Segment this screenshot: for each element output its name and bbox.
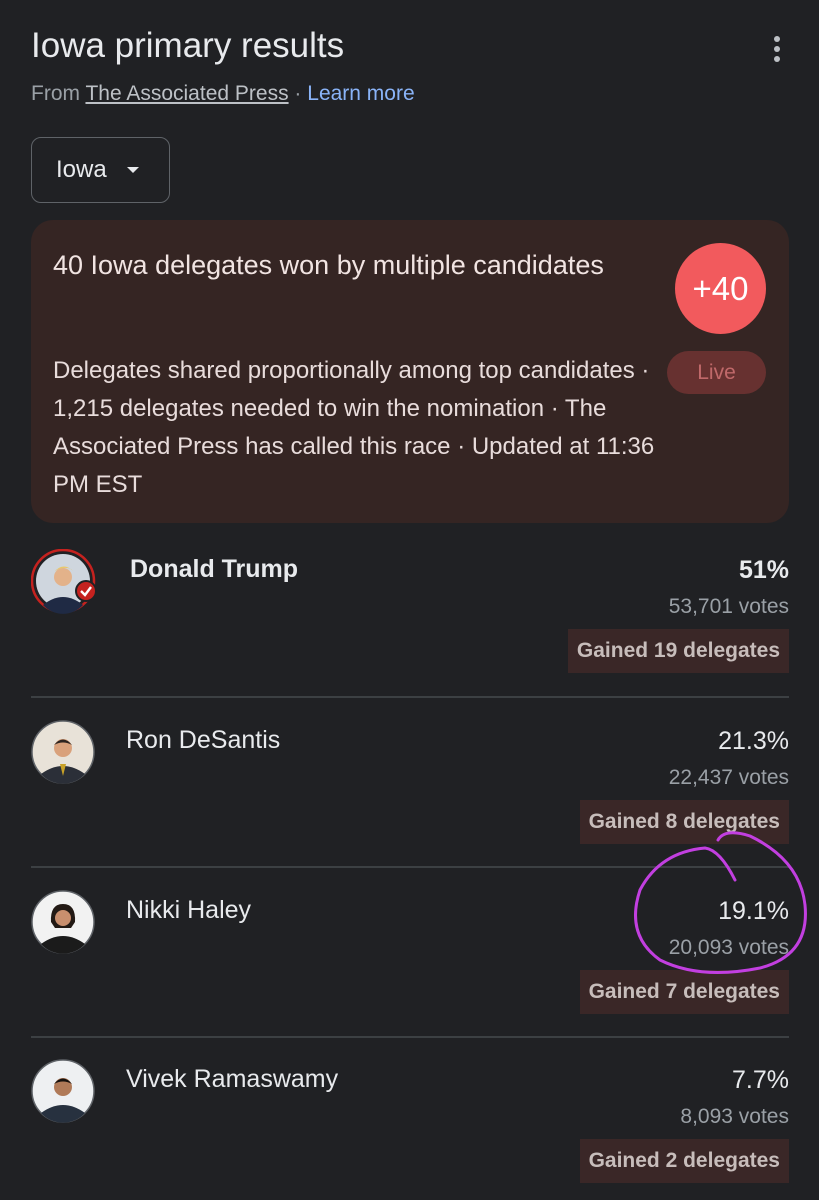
learn-more-link[interactable]: Learn more — [307, 82, 414, 105]
more-options-icon[interactable] — [766, 36, 788, 66]
candidate-name: Donald Trump — [130, 555, 299, 583]
summary-headline: 40 Iowa delegates won by multiple candid… — [53, 250, 604, 280]
source-line: From The Associated Press · Learn more — [31, 82, 415, 106]
source-separator: · — [294, 82, 302, 105]
source-prefix: From — [31, 82, 80, 105]
candidate-percent: 19.1% — [718, 897, 789, 925]
row-divider — [31, 696, 789, 698]
candidate-avatar — [31, 720, 95, 784]
candidate-avatar — [31, 549, 97, 614]
delegates-badge: +40 — [675, 243, 766, 334]
candidate-name: Vivek Ramaswamy — [126, 1065, 339, 1093]
state-dropdown[interactable]: Iowa — [31, 137, 170, 203]
candidate-percent: 7.7% — [732, 1066, 789, 1094]
candidate-percent: 51% — [738, 556, 789, 584]
candidate-votes: 22,437 votes — [668, 766, 789, 789]
row-divider — [31, 866, 789, 868]
summary-description: Delegates shared proportionally among to… — [53, 357, 655, 498]
delegates-gained-badge: Gained 7 delegates — [579, 970, 789, 1014]
source-link[interactable]: The Associated Press — [85, 82, 288, 105]
delegates-gained-badge: Gained 2 delegates — [579, 1139, 789, 1183]
candidate-percent: 21.3% — [718, 727, 789, 755]
delegates-gained-badge: Gained 19 delegates — [567, 629, 789, 673]
caret-down-icon — [126, 167, 139, 173]
live-badge: Live — [667, 351, 766, 394]
row-divider — [31, 1036, 789, 1038]
delegates-gained-badge: Gained 8 delegates — [579, 800, 789, 844]
candidate-votes: 53,701 votes — [668, 595, 789, 618]
candidate-votes: 8,093 votes — [680, 1105, 789, 1128]
race-summary-card: 40 Iowa delegates won by multiple candid… — [31, 220, 789, 523]
candidate-avatar — [31, 890, 95, 954]
candidate-votes: 20,093 votes — [668, 936, 789, 959]
candidate-name: Ron DeSantis — [126, 726, 281, 754]
candidate-name: Nikki Haley — [126, 896, 252, 924]
candidate-avatar — [31, 1059, 95, 1123]
page-title: Iowa primary results — [31, 26, 345, 65]
state-dropdown-value: Iowa — [56, 156, 107, 183]
